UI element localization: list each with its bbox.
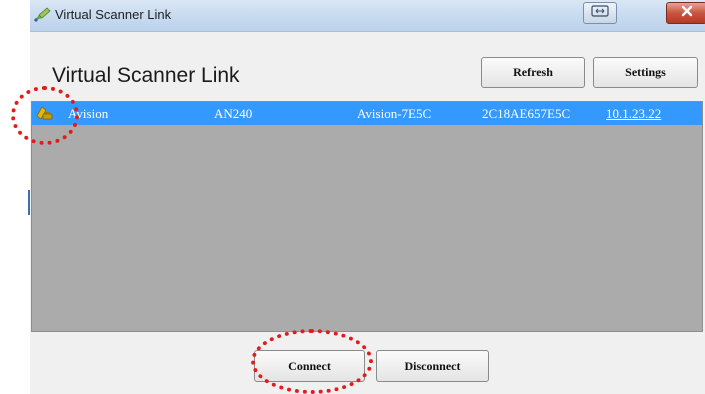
- restore-icon: [591, 4, 609, 22]
- window-title: Virtual Scanner Link: [55, 7, 172, 22]
- device-list[interactable]: Avision AN240 Avision-7E5C 2C18AE657E5C …: [31, 101, 703, 332]
- client-area: Virtual Scanner Link Refresh Settings Av…: [30, 32, 705, 394]
- title-bar: Virtual Scanner Link: [30, 0, 705, 32]
- highlight-connect-annotation: [251, 329, 373, 394]
- device-mac-address: 2C18AE657E5C: [482, 106, 571, 121]
- settings-button[interactable]: Settings: [593, 57, 698, 88]
- close-button[interactable]: [666, 2, 705, 24]
- device-ip-link[interactable]: 10.1.23.22: [606, 106, 661, 122]
- app-icon: [32, 6, 52, 24]
- page-title: Virtual Scanner Link: [52, 64, 240, 87]
- device-row-selected[interactable]: Avision AN240 Avision-7E5C 2C18AE657E5C …: [32, 102, 702, 125]
- highlight-device-icon-annotation: [11, 86, 79, 145]
- refresh-button[interactable]: Refresh: [481, 57, 585, 88]
- device-hostname: Avision-7E5C: [357, 106, 432, 121]
- disconnect-button[interactable]: Disconnect: [376, 350, 489, 382]
- close-icon: [681, 4, 693, 22]
- restore-button[interactable]: [583, 2, 617, 24]
- device-model: AN240: [214, 106, 253, 121]
